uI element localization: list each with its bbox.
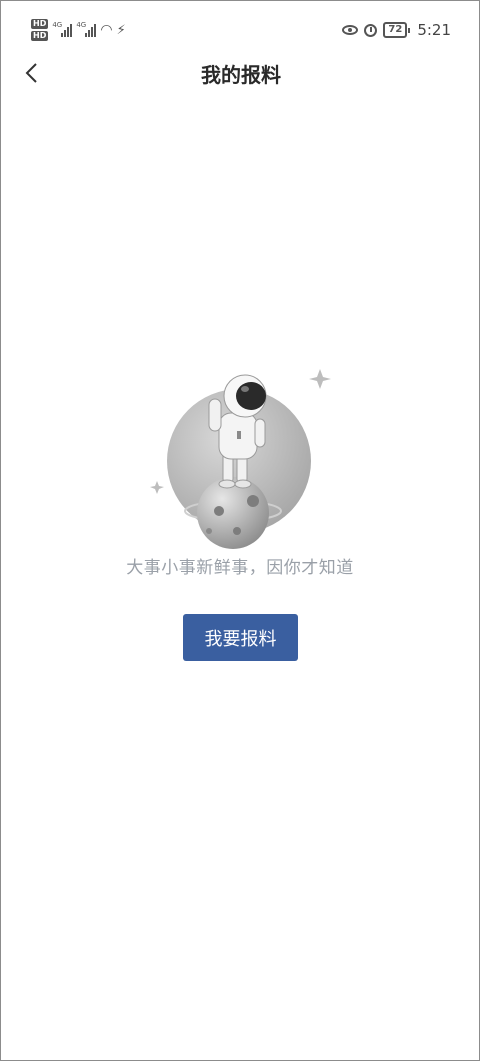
planet xyxy=(197,477,269,549)
sparkle-icon xyxy=(309,369,331,389)
network-type: 4G xyxy=(76,21,87,29)
sparkle-icon xyxy=(150,481,164,494)
signal-icon: 4G xyxy=(52,21,73,37)
status-right-group: 72 5:21 xyxy=(342,19,451,41)
hd-badges: HD HD xyxy=(31,19,49,41)
status-time: 5:21 xyxy=(417,21,451,39)
page-title: 我的报料 xyxy=(201,63,281,87)
status-left-group: HD HD 4G 4G ◠ ⚡ xyxy=(31,17,126,43)
app-screen: HD HD 4G 4G ◠ ⚡ 72 5:21 我的报料 大事小事新鲜事，因你才… xyxy=(0,0,480,1061)
wifi-icon: ◠ xyxy=(100,22,113,38)
hd-badge: HD xyxy=(31,31,49,41)
hd-badge: HD xyxy=(31,19,49,29)
signal-icon: 4G xyxy=(76,21,97,37)
alarm-icon xyxy=(364,23,378,37)
submit-report-button[interactable]: 我要报料 xyxy=(183,614,298,661)
battery-icon: 72 xyxy=(383,22,411,38)
empty-state-slogan: 大事小事新鲜事，因你才知道 xyxy=(126,558,354,578)
eye-icon xyxy=(342,25,359,35)
boost-icon: ⚡ xyxy=(116,22,126,38)
nav-bar: 我的报料 xyxy=(1,49,480,99)
network-type: 4G xyxy=(52,21,63,29)
astronaut-illustration xyxy=(150,369,331,549)
